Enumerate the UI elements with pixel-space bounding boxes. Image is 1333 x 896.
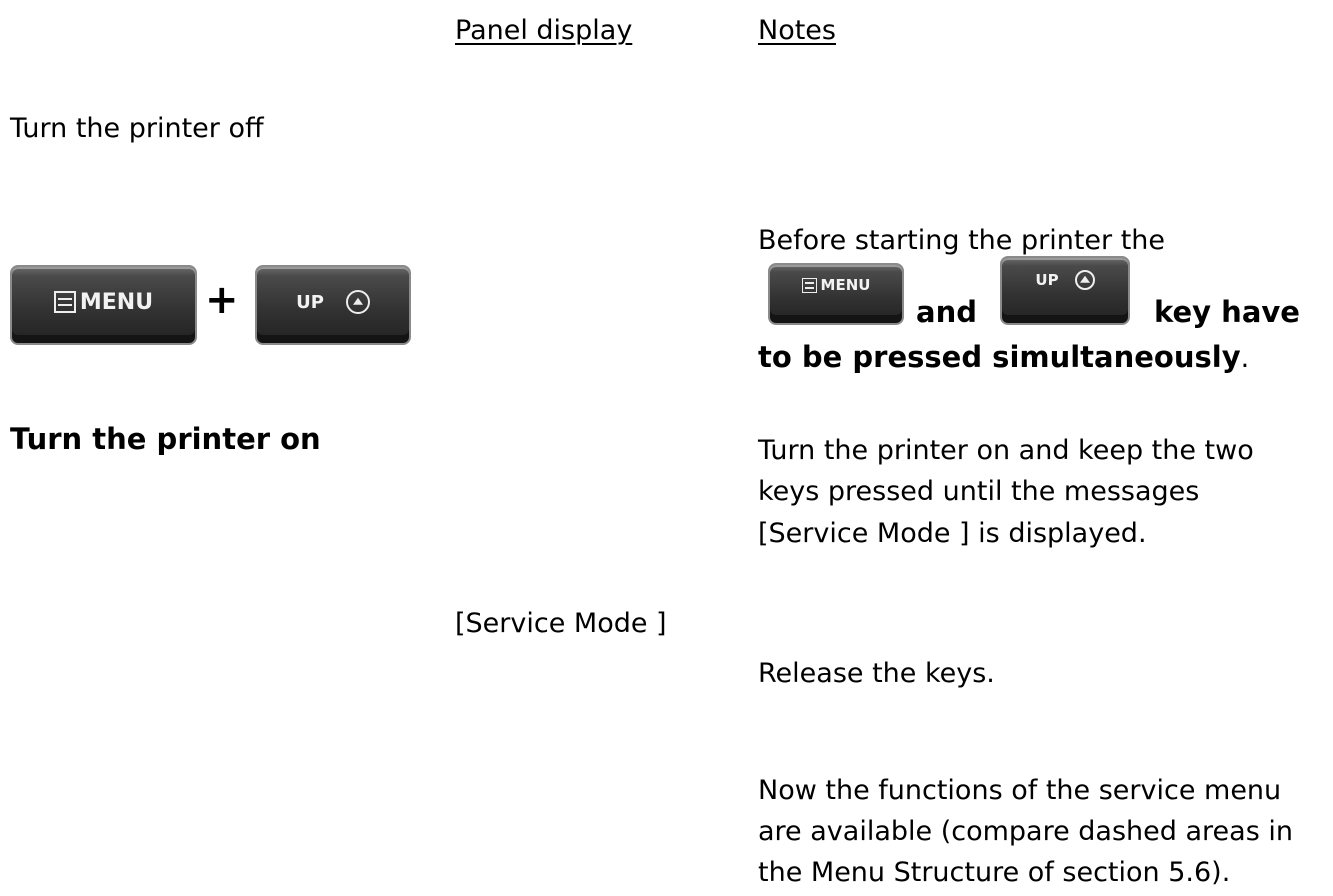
note-now-line3: the Menu Structure of section 5.6).: [758, 857, 1231, 888]
note-before-line3: to be pressed simultaneously.: [758, 340, 1250, 374]
inline-menu-key-label: MENU: [820, 276, 871, 294]
inline-menu-list-icon: [801, 277, 817, 293]
inline-up-key: UP: [1000, 256, 1130, 325]
menu-key: MENU: [10, 265, 197, 345]
note-and: and: [916, 295, 977, 329]
inline-menu-key: MENU: [768, 263, 904, 325]
note-turn-on-line2: keys pressed until the messages: [758, 476, 1200, 507]
inline-up-key-label: UP: [1035, 270, 1059, 289]
menu-key-label: MENU: [79, 289, 154, 315]
up-key: UP: [255, 265, 411, 345]
panel-service-mode: [Service Mode ]: [455, 608, 667, 639]
note-now-line1: Now the functions of the service menu: [758, 775, 1282, 806]
note-period: .: [1240, 343, 1250, 374]
note-turn-on-line3: [Service Mode ] is displayed.: [758, 518, 1147, 549]
panel-display-header: Panel display: [455, 15, 633, 46]
up-key-label: UP: [296, 291, 324, 313]
step-turn-printer-off: Turn the printer off: [10, 113, 264, 144]
note-simultaneously-text: to be pressed simultaneously: [758, 340, 1241, 374]
note-before-line1: Before starting the printer the: [758, 225, 1166, 256]
note-turn-on-line1: Turn the printer on and keep the two: [758, 435, 1254, 466]
note-release: Release the keys.: [758, 658, 995, 689]
notes-header: Notes: [758, 15, 836, 46]
note-key-have: key have: [1154, 295, 1300, 329]
inline-up-arrow-icon: [1074, 269, 1095, 290]
plus-sign: +: [205, 277, 239, 323]
menu-list-icon: [53, 291, 76, 313]
step-turn-printer-on: Turn the printer on: [10, 422, 321, 456]
up-arrow-icon: [345, 290, 370, 314]
note-now-line2: are available (compare dashed areas in: [758, 816, 1293, 847]
